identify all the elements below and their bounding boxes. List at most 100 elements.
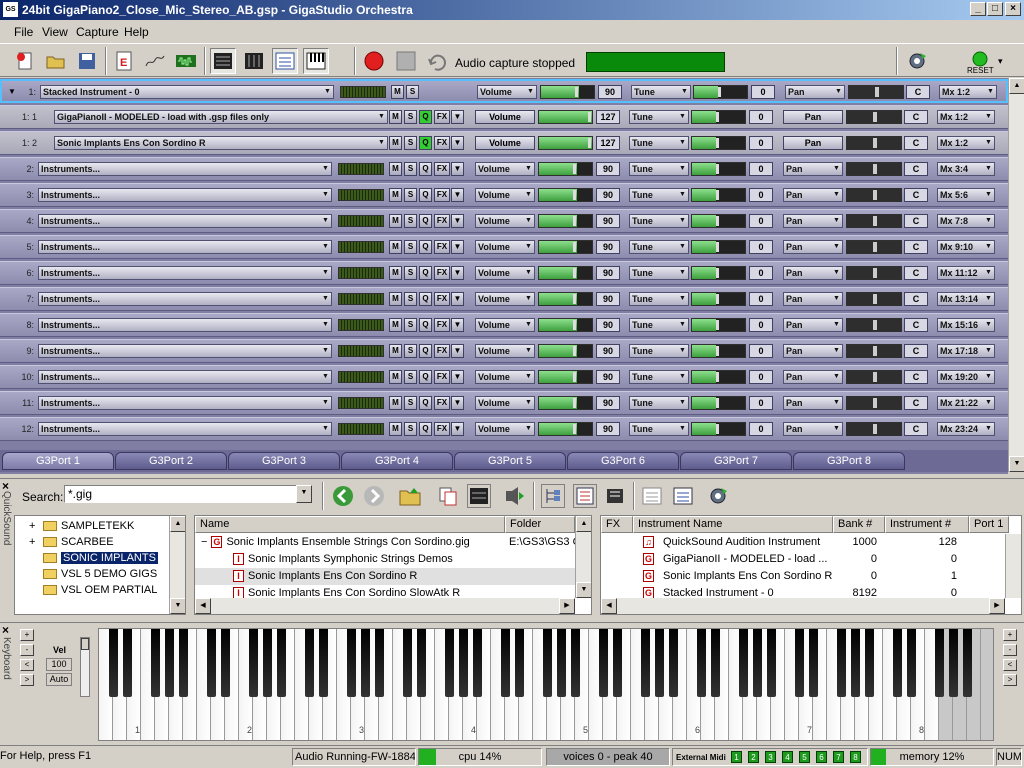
tune-select[interactable]: Tune ▼ <box>629 396 689 410</box>
instrument-dropdown-icon[interactable]: ▼ <box>320 345 331 357</box>
solo-button[interactable]: S <box>406 85 419 99</box>
tab-port-1[interactable]: G3Port 1 <box>2 452 114 470</box>
tune-select[interactable]: Tune ▼ <box>629 318 689 332</box>
right-octave-down-icon[interactable]: - <box>1003 644 1017 656</box>
pan-select[interactable]: Pan ▼ <box>783 266 843 280</box>
black-key[interactable] <box>473 629 482 697</box>
file-row[interactable]: I Sonic Implants Symphonic Strings Demos <box>195 551 575 568</box>
fx-button[interactable]: FX <box>434 422 450 436</box>
auto-velocity-button[interactable]: Auto <box>46 673 72 686</box>
files-scroll-down-icon[interactable]: ▼ <box>576 582 591 598</box>
tune-slider[interactable] <box>693 85 748 99</box>
tune-select[interactable]: Tune ▼ <box>629 214 689 228</box>
tune-select[interactable]: Tune ▼ <box>629 344 689 358</box>
pan-select[interactable]: Pan ▼ <box>783 162 843 176</box>
search-dropdown-icon[interactable]: ▼ <box>296 485 312 503</box>
instrument-select[interactable]: Instruments... ▼ <box>38 240 332 254</box>
stop-icon[interactable] <box>393 48 419 74</box>
scroll-down-icon[interactable]: ▼ <box>1009 456 1024 472</box>
files-scroll-left-icon[interactable]: ◀ <box>195 598 211 614</box>
tab-port-2[interactable]: G3Port 2 <box>115 452 227 470</box>
black-key[interactable] <box>165 629 174 697</box>
save-icon[interactable] <box>74 48 100 74</box>
pan-center-button[interactable]: C <box>904 188 928 202</box>
volume-value[interactable]: 127 <box>596 110 620 124</box>
pan-center-button[interactable]: C <box>904 110 928 124</box>
pan-slider[interactable] <box>846 162 902 176</box>
tune-slider[interactable] <box>691 188 746 202</box>
volume-slider[interactable] <box>538 344 593 358</box>
pan-select[interactable]: Pan ▼ <box>783 396 843 410</box>
volume-slider[interactable] <box>538 240 593 254</box>
pan-select[interactable]: Pan ▼ <box>783 214 843 228</box>
menu-help[interactable]: Help <box>124 25 149 39</box>
volume-value[interactable]: 90 <box>596 188 620 202</box>
instrument-dropdown-icon[interactable]: ▼ <box>320 241 331 253</box>
fx-button[interactable]: FX <box>434 344 450 358</box>
instrument-dropdown-icon[interactable]: ▼ <box>320 423 331 435</box>
tune-select[interactable]: Tune ▼ <box>629 136 689 150</box>
rack-scrollbar[interactable]: ▲ ▼ <box>1008 78 1024 472</box>
tab-port-3[interactable]: G3Port 3 <box>228 452 340 470</box>
tune-slider[interactable] <box>691 214 746 228</box>
menu-view[interactable]: View <box>42 25 68 39</box>
pan-slider[interactable] <box>846 266 902 280</box>
file-row[interactable]: I Sonic Implants Ens Con Sordino R <box>195 568 575 585</box>
volume-select[interactable]: Volume ▼ <box>477 85 537 99</box>
tab-port-8[interactable]: G3Port 8 <box>793 452 905 470</box>
fx-dropdown-icon[interactable]: ▼ <box>451 214 464 228</box>
tree-item[interactable]: + SCARBEE <box>29 534 114 550</box>
quicksound-button[interactable]: Q <box>419 344 432 358</box>
pan-slider[interactable] <box>846 110 902 124</box>
black-key[interactable] <box>697 629 706 697</box>
black-key[interactable] <box>809 629 818 697</box>
solo-button[interactable]: S <box>404 318 417 332</box>
solo-button[interactable]: S <box>404 344 417 358</box>
fx-dropdown-icon[interactable]: ▼ <box>451 396 464 410</box>
quicksound-button[interactable]: Q <box>419 318 432 332</box>
instrument-dropdown-icon[interactable]: ▼ <box>320 163 331 175</box>
black-key[interactable] <box>319 629 328 697</box>
instrument-select[interactable]: Sonic Implants Ens Con Sordino R ▼ <box>54 136 388 150</box>
mix-output-select[interactable]: Mx 21:22 ▼ <box>937 396 995 410</box>
volume-slider[interactable] <box>538 136 593 150</box>
mute-button[interactable]: M <box>389 110 402 124</box>
volume-value[interactable]: 90 <box>596 162 620 176</box>
mix-output-select[interactable]: Mx 1:2 ▼ <box>939 85 997 99</box>
instrument-select[interactable]: Instruments... ▼ <box>38 344 332 358</box>
mix-output-select[interactable]: Mx 17:18 ▼ <box>937 344 995 358</box>
tune-select[interactable]: Tune ▼ <box>629 266 689 280</box>
quicksound-button[interactable]: Q <box>419 422 432 436</box>
pan-center-button[interactable]: C <box>904 422 928 436</box>
column-instrument-name[interactable]: Instrument Name <box>633 516 833 533</box>
pan-center-button[interactable]: C <box>904 240 928 254</box>
black-key[interactable] <box>711 629 720 697</box>
pan-center-button[interactable]: C <box>904 162 928 176</box>
tune-slider[interactable] <box>691 266 746 280</box>
pan-center-button[interactable]: C <box>904 214 928 228</box>
black-key[interactable] <box>263 629 272 697</box>
quicksound-button[interactable]: Q <box>419 266 432 280</box>
pan-slider[interactable] <box>846 240 902 254</box>
tune-value[interactable]: 0 <box>749 344 773 358</box>
mix-output-select[interactable]: Mx 7:8 ▼ <box>937 214 995 228</box>
instrument-select[interactable]: Instruments... ▼ <box>38 318 332 332</box>
mix-output-select[interactable]: Mx 19:20 ▼ <box>937 370 995 384</box>
quicksound-tab[interactable]: QuickSound <box>0 491 12 561</box>
fx-button[interactable]: FX <box>434 214 450 228</box>
fx-button[interactable]: FX <box>434 136 450 150</box>
black-key[interactable] <box>123 629 132 697</box>
forward-icon[interactable] <box>362 484 386 508</box>
column-instrument-number[interactable]: Instrument # <box>885 516 969 533</box>
volume-select[interactable]: Volume ▼ <box>475 214 535 228</box>
pan-center-button[interactable]: C <box>906 85 930 99</box>
mixer-view-icon[interactable] <box>241 48 267 74</box>
mute-button[interactable]: M <box>389 370 402 384</box>
tune-value[interactable]: 0 <box>749 292 773 306</box>
tune-select[interactable]: Tune ▼ <box>629 110 689 124</box>
fx-button[interactable]: FX <box>434 396 450 410</box>
mix-output-select[interactable]: Mx 3:4 ▼ <box>937 162 995 176</box>
pan-slider[interactable] <box>846 292 902 306</box>
tune-slider[interactable] <box>691 110 746 124</box>
maximize-button[interactable]: □ <box>987 2 1003 16</box>
